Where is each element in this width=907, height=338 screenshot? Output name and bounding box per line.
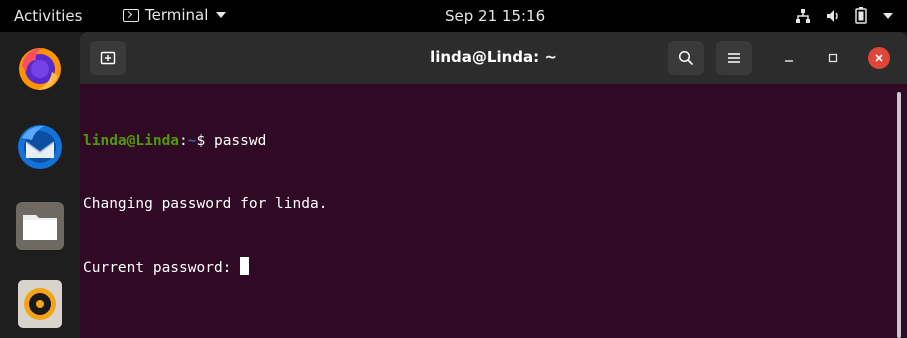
- minimize-icon: [785, 60, 793, 62]
- network-icon: [796, 8, 810, 23]
- prompt-path: ~: [187, 133, 197, 149]
- password-prompt-line: Current password:: [83, 257, 327, 279]
- dock: [0, 32, 80, 338]
- terminal-output[interactable]: linda@Linda:~$ passwd Changing password …: [80, 84, 907, 338]
- prompt-user: linda@Linda: [83, 133, 180, 149]
- app-menu-label: Terminal: [145, 6, 209, 24]
- header-bar: linda@Linda: ~: [80, 32, 907, 84]
- search-button[interactable]: [668, 41, 704, 75]
- close-icon: [875, 54, 883, 62]
- hamburger-icon: [728, 53, 740, 63]
- thunderbird-icon[interactable]: [14, 120, 66, 172]
- prompt-line: linda@Linda:~$ passwd: [83, 131, 327, 152]
- rhythmbox-icon[interactable]: [14, 278, 66, 330]
- maximize-button[interactable]: [822, 47, 844, 69]
- system-menu[interactable]: [795, 7, 893, 24]
- chevron-down-icon: [883, 12, 893, 19]
- prompt-colon: :: [179, 133, 188, 149]
- close-button[interactable]: [868, 47, 890, 69]
- scrollbar[interactable]: [897, 92, 901, 338]
- terminal-window: linda@Linda: ~ linda@Linda:~$ passwd Cha…: [80, 32, 907, 338]
- minimize-button[interactable]: [778, 47, 800, 69]
- command-text: passwd: [213, 133, 267, 149]
- top-bar: Activities Terminal Sep 21 15:16: [0, 0, 907, 32]
- clock[interactable]: Sep 21 15:16: [445, 7, 545, 25]
- activities-button[interactable]: Activities: [14, 7, 82, 25]
- firefox-icon[interactable]: [14, 42, 66, 94]
- search-icon: [678, 50, 694, 66]
- terminal-icon: [123, 8, 139, 22]
- text-cursor: [240, 257, 250, 275]
- chevron-down-icon: [216, 12, 227, 18]
- output-line: Changing password for linda.: [83, 196, 328, 212]
- prompt-symbol: $: [196, 133, 214, 149]
- maximize-icon: [828, 53, 838, 63]
- password-prompt: Current password:: [83, 260, 241, 276]
- app-menu[interactable]: Terminal: [123, 6, 227, 24]
- battery-icon: [855, 7, 867, 24]
- menu-button[interactable]: [716, 41, 752, 75]
- files-icon[interactable]: [14, 200, 66, 252]
- volume-icon: [827, 9, 838, 22]
